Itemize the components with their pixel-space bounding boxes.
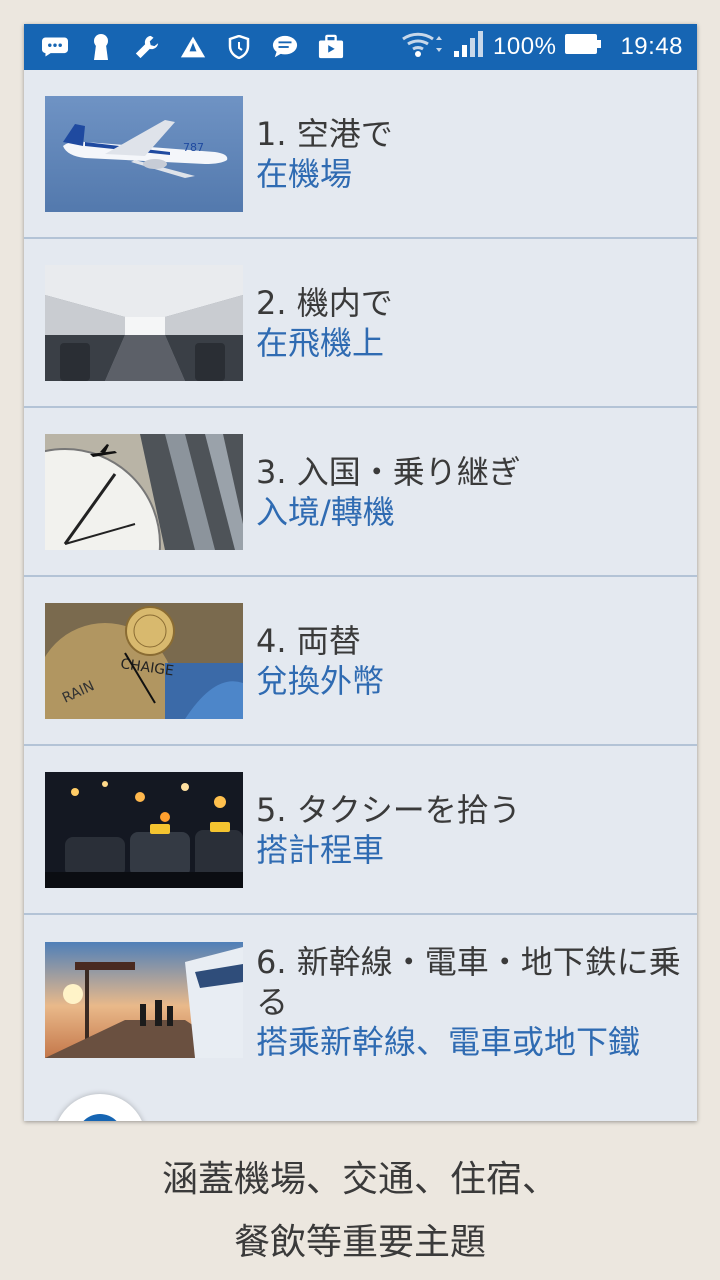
svg-text:787: 787 (183, 141, 204, 154)
list-item[interactable]: 3. 入国・乗り継ぎ 入境/轉機 (24, 408, 697, 577)
caption-line-1: 涵蓋機場、交通、住宿、 (161, 1159, 558, 1200)
list-item[interactable]: 6. 新幹線・電車・地下鉄に乗る 搭乘新幹線、電車或地下鐵 (24, 915, 697, 1115)
train-photo (45, 942, 243, 1058)
item-subtitle: 入境/轉機 (256, 492, 395, 531)
more-icon (42, 34, 68, 60)
shield-icon (226, 34, 252, 60)
item-title: 5. タクシーを拾う (256, 790, 521, 829)
item-title: 6. 新幹線・電車・地下鉄に乗る (256, 943, 681, 1021)
list-item[interactable]: 5. タクシーを拾う 搭計程車 (24, 746, 697, 915)
keyhole-icon (88, 34, 114, 60)
fab-icon (77, 1114, 123, 1121)
clock-plane-photo (45, 433, 243, 550)
currency-photo: RAIN CHAIGE (45, 602, 243, 719)
item-title: 1. 空港で (256, 114, 393, 153)
list-item[interactable]: RAIN CHAIGE 4. 両替 兌換外幣 (24, 577, 697, 746)
clock: 19:48 (620, 33, 683, 60)
item-subtitle: 在機場 (256, 154, 353, 193)
list-item[interactable]: 2. 機内で 在飛機上 (24, 239, 697, 408)
item-title: 2. 機内で (256, 283, 393, 322)
caption-line-2: 餐飲等重要主題 (233, 1222, 486, 1263)
item-subtitle: 兌換外幣 (256, 661, 385, 700)
briefcase-icon (318, 34, 344, 60)
phone-screen: 100% 19:48 787 1. 空港で 在機場 2. 機内で 在飛機上 3.… (24, 24, 697, 1121)
wifi-icon (401, 30, 445, 64)
taxi-photo (45, 771, 243, 888)
airplane-photo: 787 (45, 95, 243, 212)
item-title: 3. 入国・乗り継ぎ (256, 452, 521, 491)
wrench-icon (134, 34, 160, 60)
battery-percent: 100% (493, 33, 557, 60)
status-bar: 100% 19:48 (24, 24, 697, 70)
item-subtitle: 在飛機上 (256, 323, 385, 362)
cabin-photo (45, 264, 243, 381)
topic-list: 787 1. 空港で 在機場 2. 機内で 在飛機上 3. 入国・乗り継ぎ 入境… (24, 70, 697, 1115)
signal-icon (453, 30, 485, 64)
item-subtitle: 搭乘新幹線、電車或地下鐵 (256, 1023, 641, 1061)
battery-icon (564, 32, 602, 62)
item-subtitle: 搭計程車 (256, 830, 385, 869)
item-title: 4. 両替 (256, 621, 361, 660)
list-item[interactable]: 787 1. 空港で 在機場 (24, 70, 697, 239)
promo-caption: 涵蓋機場、交通、住宿、 餐飲等重要主題 (0, 1148, 720, 1274)
warning-icon (180, 34, 206, 60)
message-icon (272, 34, 298, 60)
